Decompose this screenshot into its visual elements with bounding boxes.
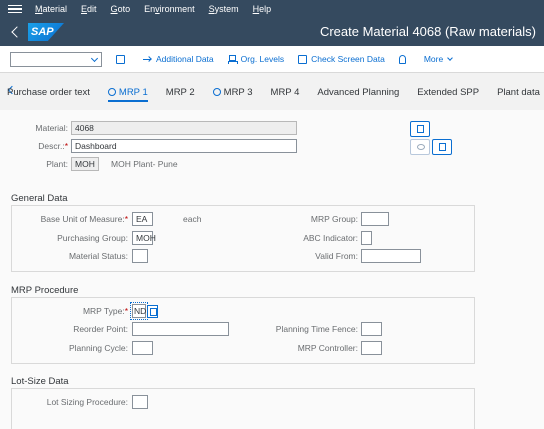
reorder-point-label: Reorder Point:: [73, 324, 128, 334]
base-uom-field[interactable]: EA: [132, 212, 153, 226]
lock-button[interactable]: [398, 54, 410, 64]
mrp-type-field[interactable]: ND: [130, 302, 148, 320]
tab-mrp-3-label: MRP 3: [223, 87, 253, 98]
lot-sizing-procedure-field[interactable]: [132, 395, 148, 409]
check-icon: [298, 54, 308, 64]
material-label: Material:: [35, 123, 68, 133]
org-levels-button[interactable]: Org. Levels: [227, 54, 285, 64]
tab-extended-spp[interactable]: Extended SPP: [417, 82, 479, 102]
tab-mrp-3[interactable]: MRP 3: [212, 82, 253, 102]
org-levels-icon: [227, 54, 238, 64]
check-screen-data-label: Check Screen Data: [311, 54, 385, 64]
tab-status-icon: [212, 88, 221, 96]
tab-mrp-1[interactable]: MRP 1: [107, 82, 148, 102]
section-title-general-data: General Data: [11, 193, 68, 204]
planning-time-fence-field[interactable]: [361, 322, 382, 336]
planning-cycle-label: Planning Cycle:: [68, 343, 128, 353]
page-title: Create Material 4068 (Raw materials): [319, 24, 536, 39]
save-icon: [116, 54, 125, 64]
descr-label: Descr.:*: [38, 141, 68, 151]
chevron-down-icon: [447, 54, 454, 61]
plant-label: Plant:: [46, 159, 68, 169]
sap-logo: SAP: [28, 23, 64, 41]
description-field[interactable]: Dashboard: [71, 139, 297, 153]
value-help-icon[interactable]: [147, 304, 158, 318]
more-button[interactable]: More: [423, 54, 454, 64]
back-icon[interactable]: [10, 25, 22, 39]
abc-indicator-label: ABC Indicator:: [303, 233, 358, 243]
menu-item-goto[interactable]: Goto: [111, 4, 131, 14]
mrp-group-field[interactable]: [361, 212, 389, 226]
base-uom-label: Base Unit of Measure:*: [40, 214, 128, 224]
menu-item-environment[interactable]: Environment: [144, 4, 195, 14]
section-title-lot-size-data: Lot-Size Data: [11, 376, 69, 387]
tab-advanced-planning[interactable]: Advanced Planning: [317, 82, 399, 102]
section-title-mrp-procedure: MRP Procedure: [11, 285, 79, 296]
plant-name-text: MOH Plant- Pune: [111, 159, 178, 169]
hamburger-menu-icon[interactable]: [8, 3, 22, 15]
tab-strip: Purchase order text MRP 1 MRP 2 MRP 3 MR…: [0, 82, 544, 102]
glasses-icon: [417, 144, 425, 150]
shell-bar: SAP Create Material 4068 (Raw materials): [0, 18, 544, 46]
lot-sizing-procedure-label: Lot Sizing Procedure:: [46, 397, 128, 407]
display-button: [410, 139, 430, 155]
material-field: 4068: [71, 121, 297, 135]
material-status-label: Material Status:: [68, 251, 128, 261]
save-button[interactable]: [116, 54, 129, 64]
document-button[interactable]: [432, 139, 452, 155]
abc-indicator-field[interactable]: [361, 231, 372, 245]
check-screen-data-button[interactable]: Check Screen Data: [298, 54, 385, 64]
lock-icon: [398, 54, 406, 64]
tab-purchase-order-text[interactable]: Purchase order text: [7, 82, 90, 102]
menu-item-material[interactable]: Material: [35, 4, 67, 14]
additional-data-button[interactable]: Additional Data: [143, 54, 214, 64]
mrp-controller-field[interactable]: [361, 341, 382, 355]
planning-time-fence-label: Planning Time Fence:: [275, 324, 358, 334]
tab-mrp-1-label: MRP 1: [118, 87, 148, 98]
purchasing-group-field[interactable]: MOH: [132, 231, 156, 245]
document-icon: [439, 143, 446, 151]
tab-mrp-4[interactable]: MRP 4: [271, 82, 300, 102]
base-uom-text: each: [183, 214, 202, 224]
info-button[interactable]: [410, 121, 430, 137]
tab-mrp-2[interactable]: MRP 2: [166, 82, 195, 102]
valid-from-label: Valid From:: [315, 251, 358, 261]
mrp-type-label: MRP Type:*: [82, 306, 128, 316]
menu-bar: Material Edit Goto Environment System He…: [0, 0, 544, 18]
purchasing-group-label: Purchasing Group:: [57, 233, 128, 243]
menu-item-help[interactable]: Help: [253, 4, 272, 14]
plant-field: MOH: [71, 157, 99, 171]
mrp-controller-label: MRP Controller:: [297, 343, 358, 353]
tab-plant-data[interactable]: Plant data: [497, 82, 540, 102]
planning-cycle-field[interactable]: [132, 341, 153, 355]
menu-item-edit[interactable]: Edit: [81, 4, 97, 14]
material-status-field[interactable]: [132, 249, 148, 263]
arrow-right-icon: [143, 55, 152, 64]
info-icon: [417, 125, 424, 133]
reorder-point-field[interactable]: [132, 322, 229, 336]
additional-data-label: Additional Data: [156, 54, 214, 64]
application-toolbar: Additional Data Org. Levels Check Screen…: [0, 46, 544, 73]
more-label: More: [423, 54, 444, 64]
menu-item-system[interactable]: System: [209, 4, 239, 14]
tab-status-icon: [107, 88, 116, 96]
org-levels-label: Org. Levels: [240, 54, 285, 64]
valid-from-field[interactable]: [361, 249, 421, 263]
mrp-group-label: MRP Group:: [310, 214, 358, 224]
command-field-dropdown[interactable]: [10, 51, 102, 67]
